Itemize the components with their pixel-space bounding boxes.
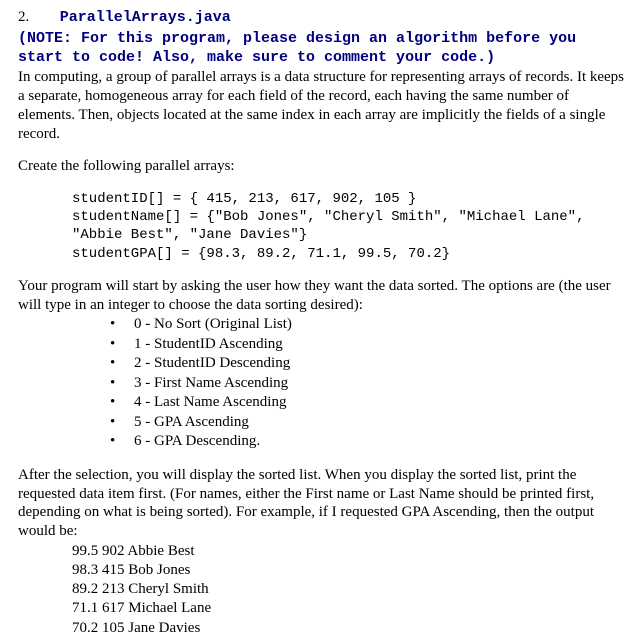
options-list: 0 - No Sort (Original List) 1 - StudentI… bbox=[110, 315, 625, 452]
intro-paragraph: In computing, a group of parallel arrays… bbox=[18, 68, 625, 143]
list-item: 2 - StudentID Descending bbox=[110, 354, 625, 374]
after-paragraph: After the selection, you will display th… bbox=[18, 466, 625, 541]
list-item: 4 - Last Name Ascending bbox=[110, 393, 625, 413]
list-item: 5 - GPA Ascending bbox=[110, 413, 625, 433]
output-block: 99.5 902 Abbie Best 98.3 415 Bob Jones 8… bbox=[72, 542, 625, 638]
list-item: 1 - StudentID Ascending bbox=[110, 335, 625, 355]
list-item: 6 - GPA Descending. bbox=[110, 432, 625, 452]
question-number: 2. bbox=[18, 8, 56, 27]
program-title: ParallelArrays.java bbox=[60, 9, 231, 26]
list-item: 3 - First Name Ascending bbox=[110, 374, 625, 394]
create-arrays-line: Create the following parallel arrays: bbox=[18, 157, 625, 176]
code-block: studentID[] = { 415, 213, 617, 902, 105 … bbox=[72, 190, 625, 263]
prompt-paragraph: Your program will start by asking the us… bbox=[18, 277, 625, 315]
header: 2. ParallelArrays.java bbox=[18, 8, 625, 28]
note-text: (NOTE: For this program, please design a… bbox=[18, 30, 625, 68]
list-item: 0 - No Sort (Original List) bbox=[110, 315, 625, 335]
